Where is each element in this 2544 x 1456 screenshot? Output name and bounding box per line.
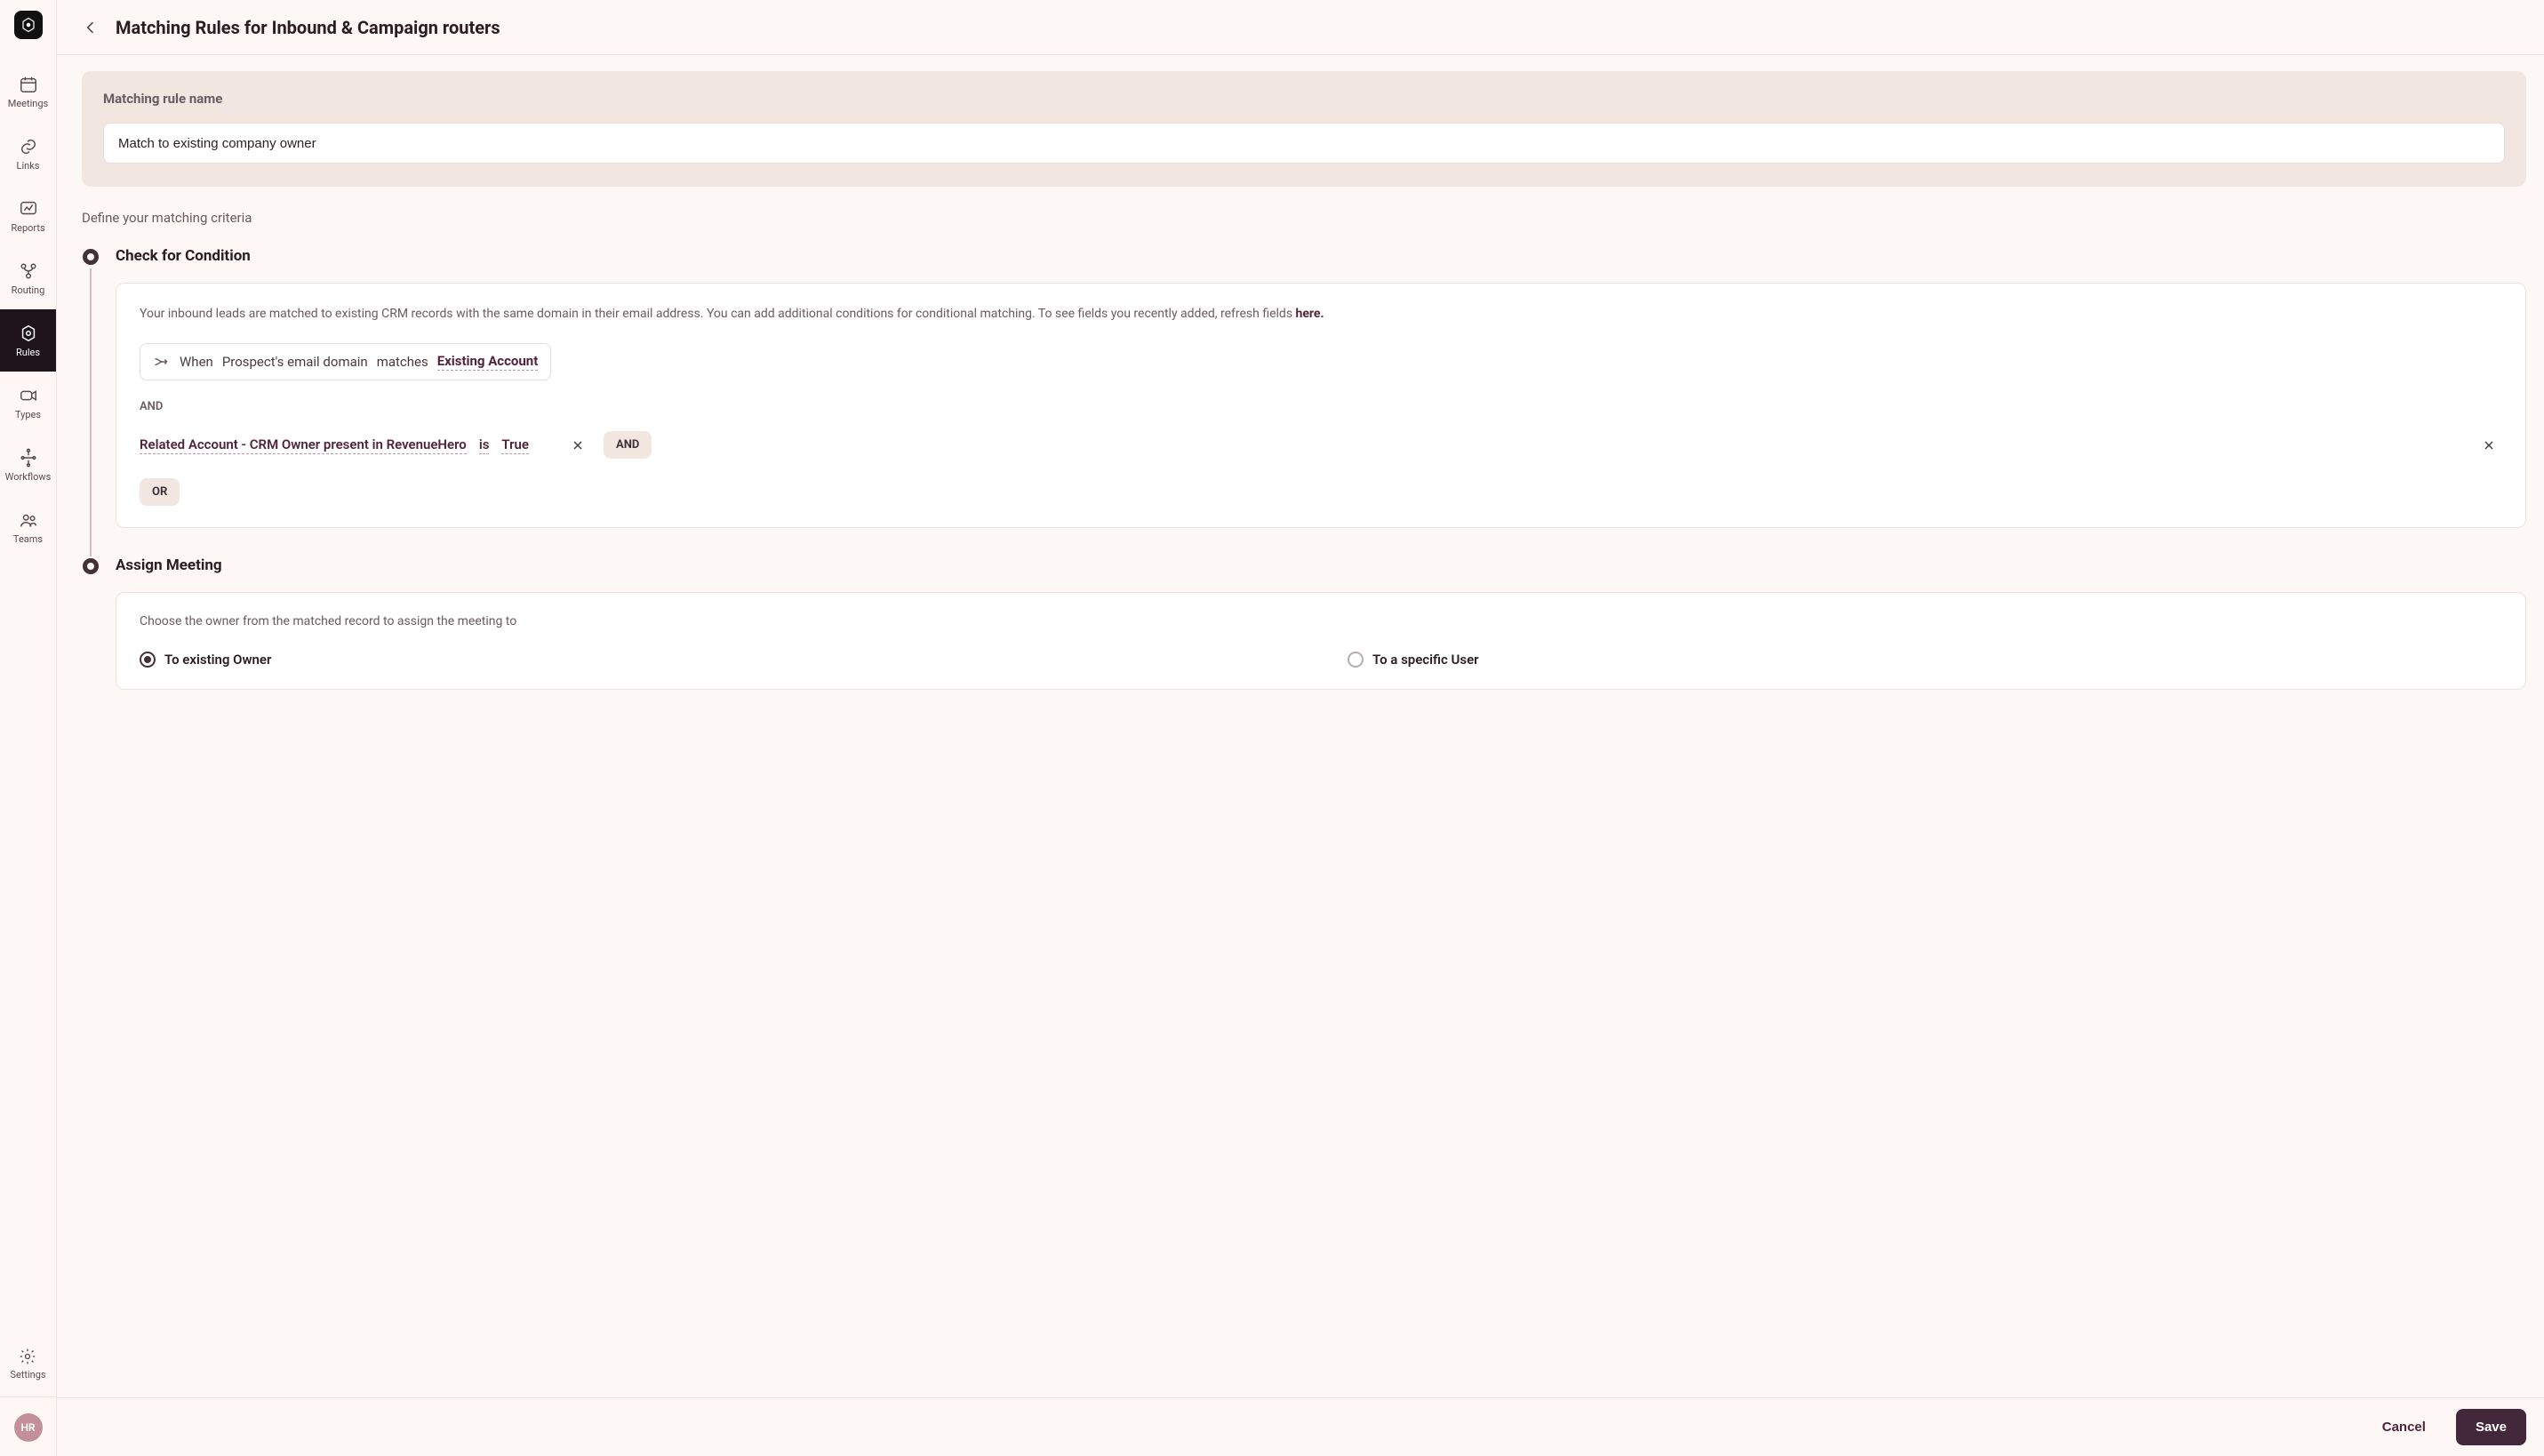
assign-options: To existing Owner To a specific User xyxy=(140,652,2502,668)
assign-panel: Choose the owner from the matched record… xyxy=(116,592,2526,690)
refresh-fields-link[interactable]: here. xyxy=(1296,307,1324,321)
condition-row: Related Account - CRM Owner present in R… xyxy=(140,431,2502,459)
nav-label: Types xyxy=(15,409,41,420)
sidebar: Meetings Links Reports Routing Rules Typ… xyxy=(0,0,57,1456)
close-icon xyxy=(2482,438,2496,452)
base-condition: When Prospect's email domain matches Exi… xyxy=(140,343,551,380)
link-icon xyxy=(19,137,38,156)
remove-condition-button[interactable] xyxy=(564,432,591,459)
nav-label: Meetings xyxy=(8,98,48,109)
settings-label: Settings xyxy=(10,1369,45,1380)
video-icon xyxy=(19,386,38,405)
radio-unselected-icon xyxy=(1348,652,1364,668)
condition-description: Your inbound leads are matched to existi… xyxy=(140,305,2502,324)
gear-icon xyxy=(19,1348,36,1365)
assign-to-existing-owner[interactable]: To existing Owner xyxy=(140,652,1294,668)
nav-list: Meetings Links Reports Routing Rules Typ… xyxy=(0,60,56,558)
logo-icon xyxy=(20,17,36,33)
cond-when: When xyxy=(180,354,213,370)
step-rail xyxy=(82,556,100,690)
cancel-button[interactable]: Cancel xyxy=(2372,1411,2436,1444)
step-check-condition: Check for Condition Your inbound leads a… xyxy=(82,247,2526,556)
calendar-icon xyxy=(19,75,38,94)
save-button[interactable]: Save xyxy=(2456,1409,2526,1445)
content-area: Matching rule name Define your matching … xyxy=(57,55,2544,1397)
route-icon xyxy=(19,261,38,281)
radio-label: To existing Owner xyxy=(164,652,271,668)
step-assign-meeting: Assign Meeting Choose the owner from the… xyxy=(82,556,2526,690)
step-connector xyxy=(90,268,92,556)
nav-routing[interactable]: Routing xyxy=(0,247,56,309)
nav-settings[interactable]: Settings xyxy=(10,1348,45,1380)
sidebar-divider xyxy=(0,1396,56,1397)
nav-label: Reports xyxy=(11,222,44,234)
back-button[interactable] xyxy=(78,15,103,40)
step-rail xyxy=(82,247,100,556)
add-and-button[interactable]: AND xyxy=(604,431,652,459)
footer-bar: Cancel Save xyxy=(57,1397,2544,1456)
nav-label: Links xyxy=(17,160,40,172)
user-avatar[interactable]: HR xyxy=(14,1413,43,1442)
step-assign-title: Assign Meeting xyxy=(116,556,2526,574)
remove-group-button[interactable] xyxy=(2476,432,2502,459)
criteria-heading: Define your matching criteria xyxy=(82,210,2526,226)
nav-reports[interactable]: Reports xyxy=(0,185,56,247)
nav-label: Workflows xyxy=(5,471,52,483)
condition-description-text: Your inbound leads are matched to existi… xyxy=(140,307,1296,321)
assign-to-specific-user[interactable]: To a specific User xyxy=(1348,652,2502,668)
users-icon xyxy=(19,510,38,530)
nav-meetings[interactable]: Meetings xyxy=(0,60,56,123)
close-icon xyxy=(571,438,585,452)
nav-workflows[interactable]: Workflows xyxy=(0,434,56,496)
arrow-left-icon xyxy=(82,19,100,36)
rule-name-label: Matching rule name xyxy=(103,91,2505,107)
cond-target-select[interactable]: Existing Account xyxy=(437,353,539,371)
add-or-button[interactable]: OR xyxy=(140,478,180,506)
step-dot-icon xyxy=(83,249,99,265)
nav-links[interactable]: Links xyxy=(0,123,56,185)
page-title: Matching Rules for Inbound & Campaign ro… xyxy=(116,17,500,38)
step-check-title: Check for Condition xyxy=(116,247,2526,265)
nav-label: Routing xyxy=(12,284,45,296)
assign-description: Choose the owner from the matched record… xyxy=(140,614,2502,628)
radio-selected-icon xyxy=(140,652,156,668)
rule-name-card: Matching rule name xyxy=(82,71,2526,187)
rule-name-input[interactable] xyxy=(103,123,2505,164)
flow-icon xyxy=(19,448,38,468)
and-label: AND xyxy=(140,400,2502,413)
page-header: Matching Rules for Inbound & Campaign ro… xyxy=(57,0,2544,55)
condition-field-select[interactable]: Related Account - CRM Owner present in R… xyxy=(140,436,467,454)
chart-icon xyxy=(19,199,38,219)
condition-op-select[interactable]: is xyxy=(479,436,490,454)
nav-teams[interactable]: Teams xyxy=(0,496,56,558)
nav-rules[interactable]: Rules xyxy=(0,309,56,372)
app-logo[interactable] xyxy=(14,11,43,39)
step-dot-icon xyxy=(83,558,99,574)
condition-panel: Your inbound leads are matched to existi… xyxy=(116,283,2526,528)
nav-types[interactable]: Types xyxy=(0,372,56,434)
condition-value-select[interactable]: True xyxy=(501,436,529,454)
radio-label: To a specific User xyxy=(1372,652,1479,668)
cond-subject: Prospect's email domain xyxy=(222,354,368,370)
merge-icon xyxy=(153,353,171,371)
hex-icon xyxy=(19,324,38,343)
nav-label: Rules xyxy=(16,347,40,358)
cond-op: matches xyxy=(377,354,428,370)
nav-label: Teams xyxy=(13,533,43,545)
